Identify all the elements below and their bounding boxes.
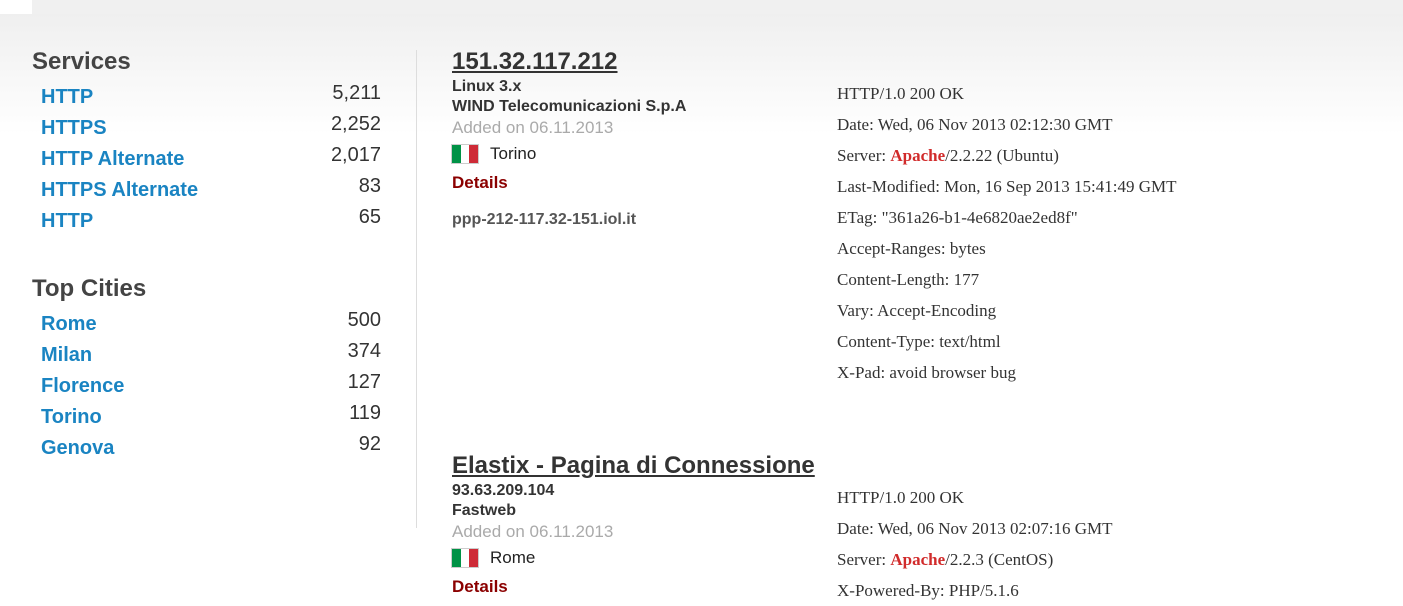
city-link-rome[interactable]: Rome [41,309,97,340]
city-item-milan: Milan 374 [41,338,392,369]
banner-accept-ranges: Accept-Ranges: bytes [837,239,986,258]
top-cities-block: Top Cities Rome 500 Milan 374 Florence 1… [32,271,392,462]
banner-etag: ETag: "361a26-b1-4e6820ae2ed8f" [837,208,1078,227]
service-count: 2,252 [330,113,381,135]
city-item-genova: Genova 92 [41,431,392,462]
cities-list: Rome 500 Milan 374 Florence 127 Torino 1… [41,307,392,462]
top-cities-heading: Top Cities [32,275,147,302]
city-link-genova[interactable]: Genova [41,433,114,464]
service-link-http-2[interactable]: HTTP [41,206,93,237]
service-item-http-alternate: HTTP Alternate 2,017 [41,142,392,173]
city-count: 119 [349,402,381,424]
banner-status: HTTP/1.0 200 OK [837,84,965,103]
banner-status: HTTP/1.0 200 OK [837,488,965,507]
banner-server: Server: Apache/2.2.3 (CentOS) [837,544,1397,575]
service-count: 5,211 [332,82,381,104]
services-list: HTTP 5,211 HTTPS 2,252 HTTP Alternate 2,… [41,80,392,235]
service-link-http[interactable]: HTTP [41,82,93,113]
service-item-https: HTTPS 2,252 [41,111,392,142]
city-link-milan[interactable]: Milan [41,340,92,371]
city-link-florence[interactable]: Florence [41,371,124,402]
city-item-florence: Florence 127 [41,369,392,400]
service-link-https-alternate[interactable]: HTTPS Alternate [41,175,198,206]
banner-server: Server: Apache/2.2.22 (Ubuntu) [837,140,1397,171]
banner-x-powered-by: X-Powered-By: PHP/5.1.6 [837,581,1019,600]
result-banner: HTTP/1.0 200 OK Date: Wed, 06 Nov 2013 0… [837,482,1397,606]
banner-content-type: Content-Type: text/html [837,332,1001,351]
service-count: 83 [358,175,381,197]
sidebar: Services HTTP 5,211 HTTPS 2,252 HTTP Alt… [32,44,392,462]
banner-vary: Vary: Accept-Encoding [837,301,997,320]
banner-server-name: Apache [890,550,946,569]
banner-server-prefix: Server: [837,146,891,165]
service-count: 2,017 [330,144,381,166]
result-title-link[interactable]: Elastix - Pagina di Connessione [452,451,1392,481]
services-heading: Services [32,48,131,75]
service-link-https[interactable]: HTTPS [41,113,107,144]
service-item-https-alternate: HTTPS Alternate 83 [41,173,392,204]
city-item-rome: Rome 500 [41,307,392,338]
service-item-http: HTTP 5,211 [41,80,392,111]
banner-server-prefix: Server: [837,550,891,569]
city-count: 374 [347,340,381,362]
column-divider [416,50,417,528]
banner-content-length: Content-Length: 177 [837,270,980,289]
banner-x-pad: X-Pad: avoid browser bug [837,363,1016,382]
italy-flag-icon [452,549,479,567]
service-link-http-alternate[interactable]: HTTP Alternate [41,144,184,175]
service-count: 65 [358,206,381,228]
banner-server-name: Apache [890,146,946,165]
banner-server-suffix: /2.2.3 (CentOS) [945,550,1054,569]
top-bar [32,0,1403,14]
result-city: Torino [490,144,537,163]
banner-date: Date: Wed, 06 Nov 2013 02:12:30 GMT [837,115,1113,134]
result-title-link[interactable]: 151.32.117.212 [452,47,1392,77]
banner-last-modified: Last-Modified: Mon, 16 Sep 2013 15:41:49… [837,177,1177,196]
italy-flag-icon [452,145,479,163]
result-banner: HTTP/1.0 200 OK Date: Wed, 06 Nov 2013 0… [837,78,1397,388]
city-count: 500 [347,309,381,331]
city-count: 92 [358,433,381,455]
result-city: Rome [490,548,536,567]
banner-server-suffix: /2.2.22 (Ubuntu) [945,146,1059,165]
city-link-torino[interactable]: Torino [41,402,102,433]
city-count: 127 [347,371,381,393]
service-item-http-2: HTTP 65 [41,204,392,235]
banner-date: Date: Wed, 06 Nov 2013 02:07:16 GMT [837,519,1113,538]
city-item-torino: Torino 119 [41,400,392,431]
